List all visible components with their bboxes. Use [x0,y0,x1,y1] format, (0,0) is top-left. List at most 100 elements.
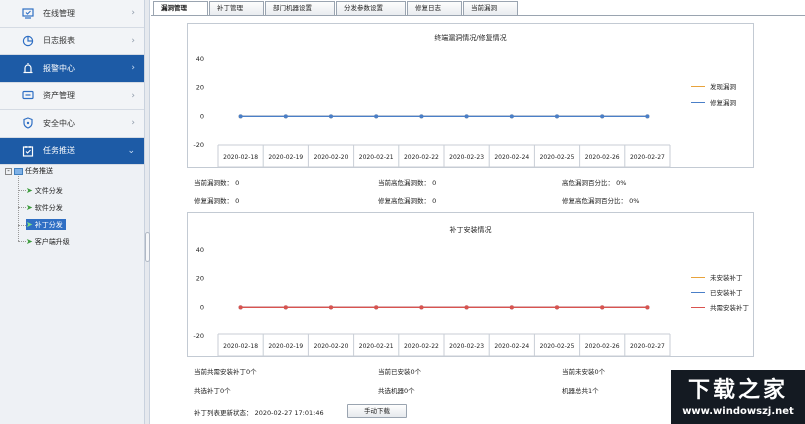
tab-patch-management[interactable]: 补丁管理 [209,1,264,15]
tree-item-file-dist[interactable]: ➤ 文件分发 [26,185,66,196]
legend-item: 已安装补丁 [691,287,743,297]
data-point [329,305,333,310]
y-tick-label: 0 [200,112,204,120]
stat-total-machines: 机器总共1个 [562,387,599,395]
stat-uninstalled-patches: 当前未安装0个 [562,368,606,376]
data-point [555,305,559,310]
sidebar: 在线管理 › 日志报表 › 报警中心 › 资产管理 › 安全中心 › 任务推送 … [0,0,145,424]
y-tick-label: 0 [200,303,204,311]
nav-item-security[interactable]: 安全中心 › [0,110,144,138]
nav-item-asset[interactable]: 资产管理 › [0,82,144,110]
nav-item-log-report[interactable]: 日志报表 › [0,27,144,55]
data-point [464,114,469,119]
chevron-right-icon: › [131,118,135,128]
stat-repaired-high-vulns: 修复高危漏洞数： 0 [378,197,437,205]
nav-item-label: 日志报表 [43,36,75,46]
stat-current-vulns: 当前漏洞数： 0 [194,179,240,187]
legend-label: 发现漏洞 [710,83,736,91]
main-content: 漏洞管理 补丁管理 部门机器设置 分发参数设置 修复日志 当前漏洞 终端漏洞情况… [151,0,805,424]
tab-current-vulns[interactable]: 当前漏洞 [463,1,518,15]
data-point [600,114,605,119]
legend-swatch [691,101,705,103]
data-point [283,114,288,119]
nav-item-label: 资产管理 [43,91,75,101]
data-point [374,305,379,310]
x-tick-label: 2020-02-22 [404,154,439,161]
x-tick-label: 2020-02-21 [359,154,394,161]
tree-item-client-upgrade[interactable]: ➤ 客户端升级 [26,236,73,247]
y-tick-label: 20 [196,84,204,92]
data-point [283,305,288,310]
tree-connector [18,176,19,241]
legend-swatch [691,306,705,308]
chevron-down-icon: ⌄ [127,145,135,156]
tree-item-software-dist[interactable]: ➤ 软件分发 [26,202,66,213]
data-point [555,114,559,119]
x-tick-label: 2020-02-27 [630,154,665,161]
tree-connector [18,207,26,208]
y-tick-label: -20 [193,332,204,340]
vuln-line-chart: 40 20 0 -20 2020-02-18 2020-02-19 2020-02-20 20… [193,55,671,168]
patch-dist-icon: ➤ [26,220,33,229]
nav-item-alarm-center[interactable]: 报警中心 › [0,55,144,83]
client-upgrade-icon: ➤ [26,237,33,246]
legend-label: 修复漏洞 [710,99,736,107]
data-point [419,305,424,310]
tab-dist-param-settings[interactable]: 分发参数设置 [336,1,406,15]
chevron-right-icon: › [131,90,135,101]
watermark-title: 下载之家 [687,377,788,403]
data-point [600,305,605,310]
x-tick-label: 2020-02-26 [585,343,620,350]
tab-bar: 漏洞管理 补丁管理 部门机器设置 分发参数设置 修复日志 当前漏洞 [153,1,519,15]
data-point [645,114,650,119]
x-tick-label: 2020-02-24 [494,154,529,161]
tree-root[interactable]: - 任务推送 [5,166,53,176]
stat-total-required-patches: 当前共需安装补丁0个 [194,368,257,376]
legend-swatch [691,276,705,278]
chevron-right-icon: › [131,35,135,46]
chevron-right-icon: › [131,8,135,18]
shield-icon [21,116,35,130]
splitter-grip[interactable] [145,232,150,262]
stat-selected-machines: 共选机器0个 [378,387,415,395]
x-tick-label: 2020-02-25 [540,343,575,350]
software-dist-icon: ➤ [26,203,33,212]
x-tick-label: 2020-02-19 [268,343,303,350]
y-tick-label: 40 [196,246,204,254]
legend-label: 共需安装补丁 [710,304,749,312]
tab-dept-machine-settings[interactable]: 部门机器设置 [265,1,335,15]
manual-download-button[interactable]: 手动下载 [347,404,407,418]
stat-selected-patches: 共选补丁0个 [194,387,231,395]
data-point [509,305,514,310]
nav-item-task-push[interactable]: 任务推送 ⌄ [0,137,144,165]
tree-connector [18,190,26,191]
x-tick-label: 2020-02-20 [314,343,349,350]
x-tick-label: 2020-02-26 [585,154,620,161]
tab-divider [151,15,805,16]
tree-connector [18,241,26,242]
data-point [329,114,333,119]
collapse-icon[interactable]: - [5,167,12,175]
data-point [238,114,243,119]
data-point [419,114,424,119]
watermark-url: www.windowszj.net [682,406,794,417]
nav-item-label: 任务推送 [43,146,75,156]
pie-chart-icon [21,34,35,48]
data-point [238,305,243,310]
nav-item-label: 报警中心 [43,63,75,73]
tab-vuln-management[interactable]: 漏洞管理 [153,1,208,15]
data-point [645,305,650,310]
tree-item-patch-dist[interactable]: ➤ 补丁分发 [26,219,66,230]
monitor-check-icon [21,6,35,20]
tab-repair-log[interactable]: 修复日志 [407,1,462,15]
x-tick-label: 2020-02-20 [314,154,349,161]
nav-item-online[interactable]: 在线管理 › [0,0,144,28]
sidebar-splitter[interactable] [145,0,150,424]
patch-chart-panel: 补丁安装情况 40 20 0 -20 2020-02-18 2020-02-19 2020-… [187,212,754,357]
patch-line-chart: 40 20 0 -20 2020-02-18 2020-02-19 2020-02-20 20… [193,246,671,357]
tree-item-label: 补丁分发 [34,220,63,229]
chevron-right-icon: › [131,63,135,73]
stat-high-vuln-pct: 高危漏洞百分比： 0% [562,179,627,187]
stat-installed-patches: 当前已安装0个 [378,368,422,376]
watermark-logo: 下载之家 www.windowszj.net [671,370,805,424]
